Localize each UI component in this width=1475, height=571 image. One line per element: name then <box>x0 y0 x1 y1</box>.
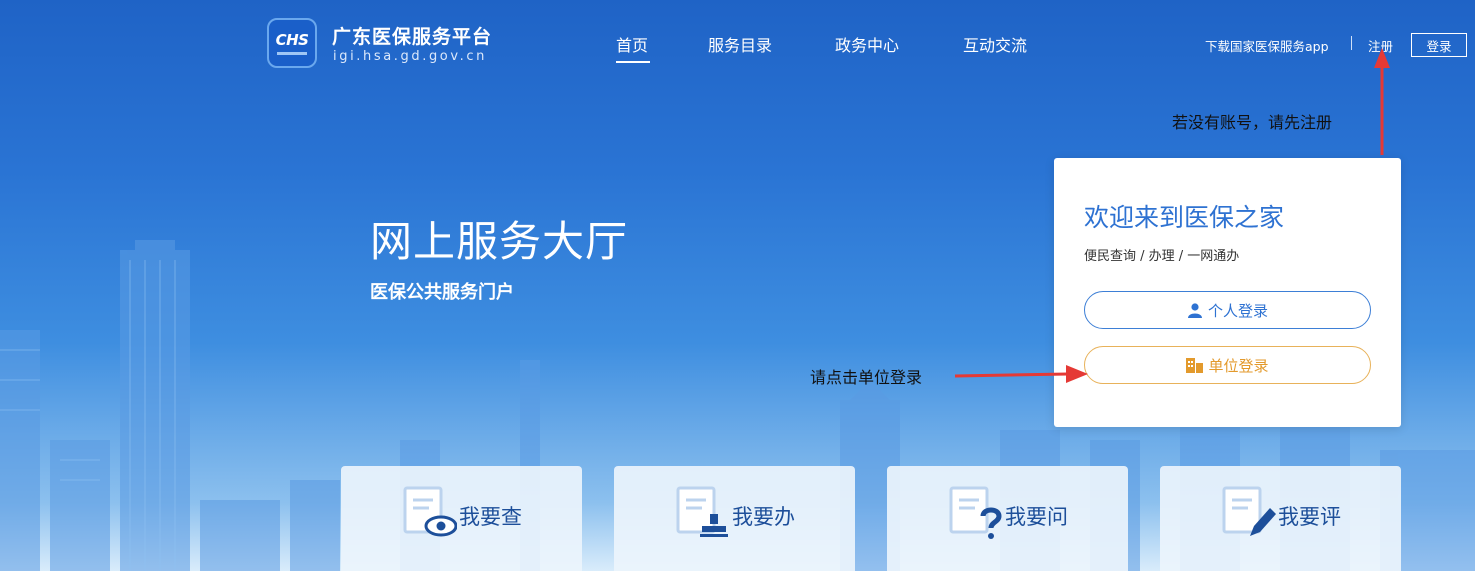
user-icon <box>1187 302 1203 318</box>
nav-active-indicator <box>616 61 650 63</box>
stamp-document-icon <box>674 484 730 540</box>
tile-ask-label: 我要问 <box>1005 505 1068 529</box>
chs-logo[interactable]: CHS <box>267 18 317 68</box>
tile-ask[interactable]: 我要问 <box>887 466 1128 571</box>
hero-subtitle: 医保公共服务门户 <box>370 282 514 303</box>
nav-government-center[interactable]: 政务中心 <box>835 32 899 56</box>
register-annotation: 若没有账号，请先注册 <box>1172 113 1333 132</box>
nav-home[interactable]: 首页 <box>616 32 648 56</box>
logo-text: CHS <box>275 31 309 49</box>
register-arrow-icon <box>1374 48 1390 155</box>
unit-login-button[interactable]: 单位登录 <box>1084 346 1371 384</box>
header-login-button[interactable]: 登录 <box>1411 33 1467 57</box>
logo-underline <box>277 52 307 55</box>
site-domain: igi.hsa.gd.gov.cn <box>333 49 487 64</box>
unit-login-label: 单位登录 <box>1208 356 1269 375</box>
card-title: 欢迎来到医保之家 <box>1084 203 1285 232</box>
nav-interaction[interactable]: 互动交流 <box>963 32 1027 56</box>
eye-document-icon <box>401 484 458 540</box>
unit-login-annotation: 请点击单位登录 <box>810 368 923 387</box>
header-separator <box>1351 36 1352 50</box>
question-document-icon <box>947 484 1003 540</box>
tile-query[interactable]: 我要查 <box>341 466 582 571</box>
tile-handle[interactable]: 我要办 <box>614 466 855 571</box>
pen-document-icon <box>1220 484 1276 540</box>
hero-title: 网上服务大厅 <box>370 217 629 266</box>
nav-service-catalog[interactable]: 服务目录 <box>708 32 772 56</box>
tile-evaluate[interactable]: 我要评 <box>1160 466 1401 571</box>
tile-query-label: 我要查 <box>459 505 522 529</box>
register-link[interactable]: 注册 <box>1368 36 1393 55</box>
download-app-link[interactable]: 下载国家医保服务app <box>1205 36 1329 55</box>
building-icon <box>1186 357 1204 373</box>
personal-login-label: 个人登录 <box>1207 301 1268 320</box>
site-title[interactable]: 广东医保服务平台 <box>332 22 492 49</box>
personal-login-button[interactable]: 个人登录 <box>1084 291 1371 329</box>
tile-handle-label: 我要办 <box>732 505 795 529</box>
tile-evaluate-label: 我要评 <box>1278 505 1341 529</box>
login-card: 欢迎来到医保之家 便民查询 / 办理 / 一网通办 个人登录 单位登录 <box>1054 158 1401 427</box>
card-subtitle: 便民查询 / 办理 / 一网通办 <box>1084 249 1240 264</box>
